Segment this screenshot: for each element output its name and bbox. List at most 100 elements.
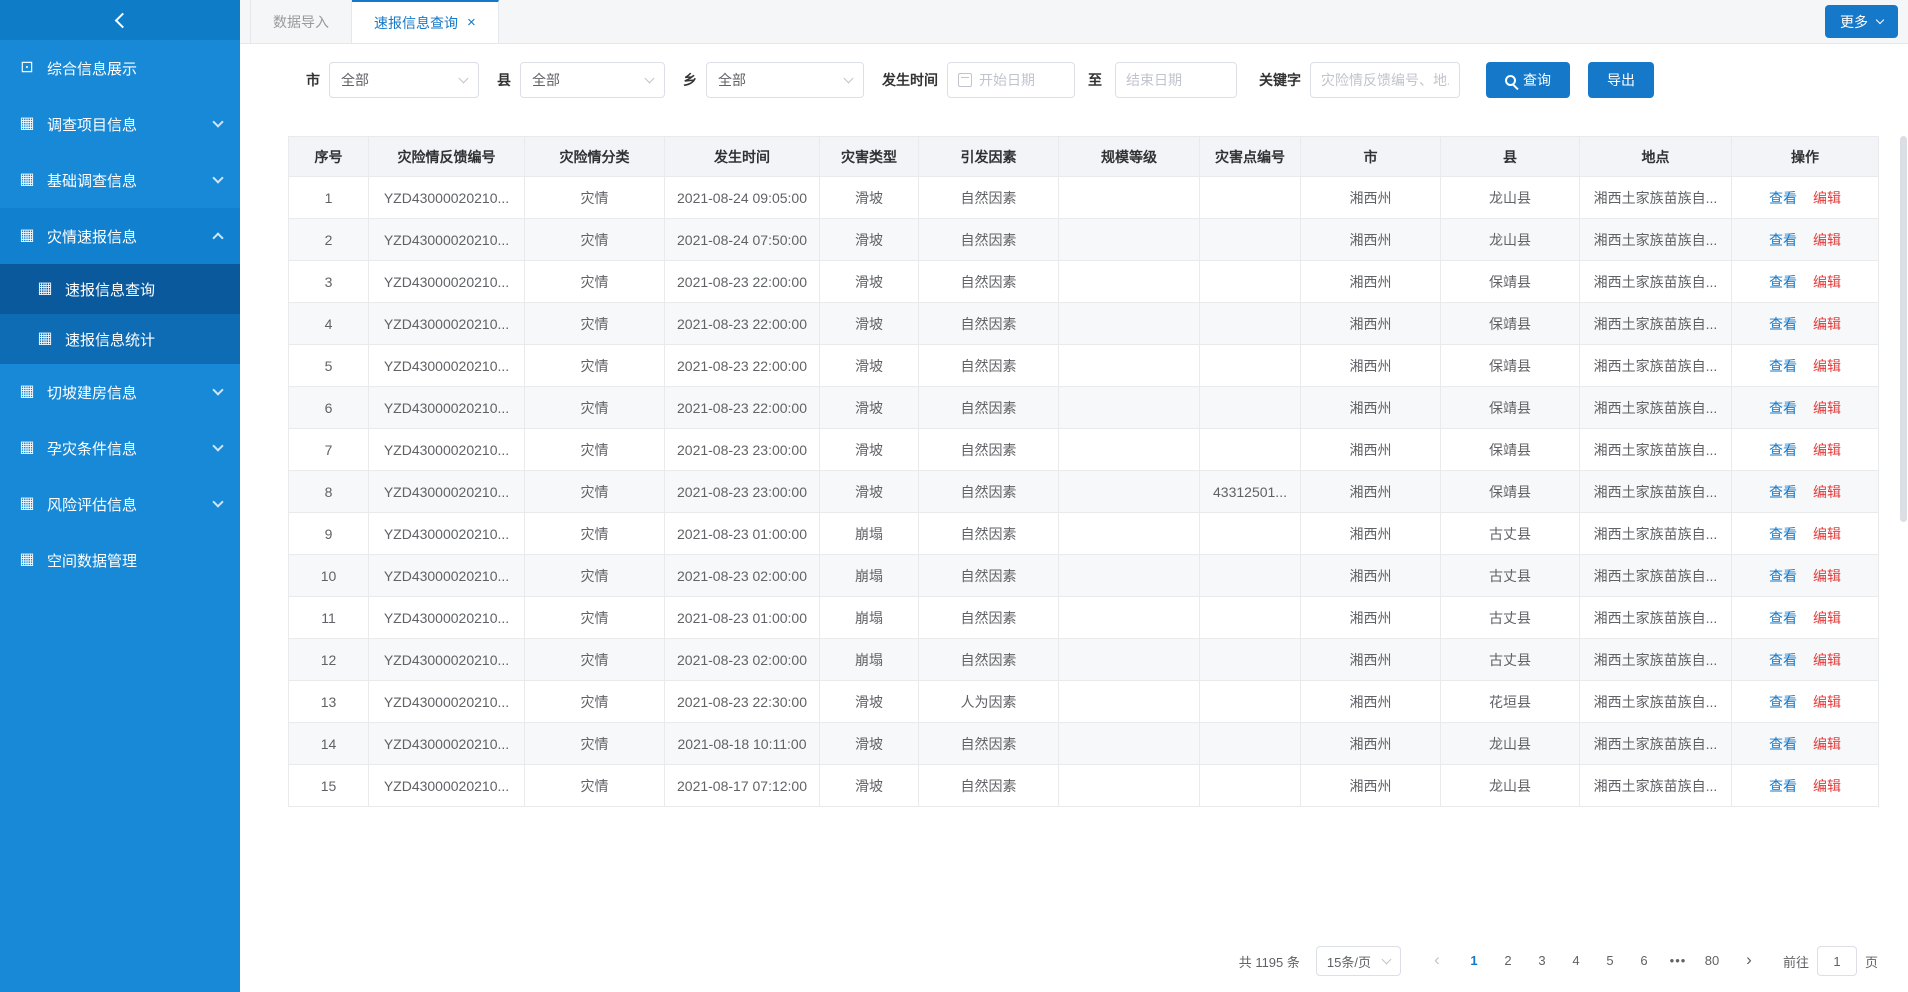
edit-link[interactable]: 编辑	[1813, 400, 1841, 416]
sidebar-collapse-button[interactable]	[0, 0, 240, 40]
cell-type: 滑坡	[820, 345, 919, 387]
sidebar-item-label: 调查项目信息	[47, 114, 203, 135]
cell-city: 湘西州	[1301, 345, 1441, 387]
cell-scale	[1059, 597, 1200, 639]
edit-link[interactable]: 编辑	[1813, 358, 1841, 374]
cell-type: 崩塌	[820, 555, 919, 597]
town-select[interactable]: 全部	[706, 62, 864, 98]
edit-link[interactable]: 编辑	[1813, 190, 1841, 206]
cell-no: 4	[289, 303, 369, 345]
scrollbar[interactable]	[1900, 46, 1907, 984]
cell-location: 湘西土家族苗族自...	[1580, 681, 1732, 723]
cell-factor: 人为因素	[919, 681, 1059, 723]
cell-code: YZD43000020210...	[369, 723, 525, 765]
page-button-2[interactable]: 2	[1494, 947, 1522, 975]
edit-link[interactable]: 编辑	[1813, 694, 1841, 710]
view-link[interactable]: 查看	[1769, 442, 1797, 458]
search-button[interactable]: 查询	[1486, 62, 1570, 98]
tab-1[interactable]: 速报信息查询×	[352, 0, 499, 43]
cell-scale	[1059, 681, 1200, 723]
tab-0[interactable]: 数据导入	[250, 0, 352, 43]
view-link[interactable]: 查看	[1769, 190, 1797, 206]
page-button-5[interactable]: 5	[1596, 947, 1624, 975]
start-date-field[interactable]	[979, 72, 1064, 88]
start-date-input[interactable]	[947, 62, 1075, 98]
close-icon[interactable]: ×	[467, 15, 476, 30]
sidebar-item-survey-project[interactable]: ▦调查项目信息	[0, 96, 240, 152]
edit-link[interactable]: 编辑	[1813, 232, 1841, 248]
view-link[interactable]: 查看	[1769, 358, 1797, 374]
cell-factor: 自然因素	[919, 387, 1059, 429]
cell-code: YZD43000020210...	[369, 261, 525, 303]
edit-link[interactable]: 编辑	[1813, 274, 1841, 290]
cell-scale	[1059, 555, 1200, 597]
cell-type: 崩塌	[820, 639, 919, 681]
goto-page-input[interactable]	[1817, 946, 1857, 976]
view-link[interactable]: 查看	[1769, 652, 1797, 668]
sidebar-item-basic-survey[interactable]: ▦基础调查信息	[0, 152, 240, 208]
keyword-input[interactable]	[1310, 62, 1460, 98]
monitor-icon: ⊡	[18, 60, 36, 76]
edit-link[interactable]: 编辑	[1813, 778, 1841, 794]
page-button-6[interactable]: 6	[1630, 947, 1658, 975]
sidebar-item-slope-housing[interactable]: ▦切坡建房信息	[0, 364, 240, 420]
sidebar-subitem-report-stats[interactable]: ▦速报信息统计	[0, 314, 240, 364]
sidebar-item-hazard-condition[interactable]: ▦孕灾条件信息	[0, 420, 240, 476]
column-header: 引发因素	[919, 137, 1059, 177]
cell-code: YZD43000020210...	[369, 513, 525, 555]
prev-page-button[interactable]: ‹	[1423, 947, 1451, 975]
page-button-4[interactable]: 4	[1562, 947, 1590, 975]
cell-location: 湘西土家族苗族自...	[1580, 387, 1732, 429]
export-button[interactable]: 导出	[1588, 62, 1654, 98]
page-button-1[interactable]: 1	[1460, 947, 1488, 975]
edit-link[interactable]: 编辑	[1813, 442, 1841, 458]
cell-time: 2021-08-18 10:11:00	[665, 723, 820, 765]
table-row: 14YZD43000020210...灾情2021-08-18 10:11:00…	[289, 723, 1879, 765]
view-link[interactable]: 查看	[1769, 778, 1797, 794]
table-row: 15YZD43000020210...灾情2021-08-17 07:12:00…	[289, 765, 1879, 807]
more-button[interactable]: 更多	[1825, 5, 1898, 38]
end-date-input[interactable]	[1115, 62, 1237, 98]
edit-link[interactable]: 编辑	[1813, 736, 1841, 752]
county-select[interactable]: 全部	[520, 62, 665, 98]
cell-point	[1200, 597, 1301, 639]
edit-link[interactable]: 编辑	[1813, 526, 1841, 542]
view-link[interactable]: 查看	[1769, 568, 1797, 584]
end-date-field[interactable]	[1126, 72, 1226, 88]
chevron-down-icon	[212, 496, 223, 507]
cell-point	[1200, 681, 1301, 723]
page-size-select[interactable]: 15条/页	[1316, 946, 1401, 976]
view-link[interactable]: 查看	[1769, 232, 1797, 248]
city-select[interactable]: 全部	[329, 62, 479, 98]
sidebar-item-disaster-report[interactable]: ▦灾情速报信息	[0, 208, 240, 264]
cell-category: 灾情	[525, 387, 665, 429]
next-page-button[interactable]: ›	[1735, 947, 1763, 975]
view-link[interactable]: 查看	[1769, 274, 1797, 290]
view-link[interactable]: 查看	[1769, 400, 1797, 416]
cell-county: 龙山县	[1441, 723, 1580, 765]
table-row: 12YZD43000020210...灾情2021-08-23 02:00:00…	[289, 639, 1879, 681]
cell-code: YZD43000020210...	[369, 303, 525, 345]
edit-link[interactable]: 编辑	[1813, 316, 1841, 332]
view-link[interactable]: 查看	[1769, 526, 1797, 542]
edit-link[interactable]: 编辑	[1813, 610, 1841, 626]
page-button-80[interactable]: 80	[1698, 947, 1726, 975]
page-button-3[interactable]: 3	[1528, 947, 1556, 975]
edit-link[interactable]: 编辑	[1813, 652, 1841, 668]
search-icon	[1505, 75, 1516, 86]
sidebar-item-risk-assessment[interactable]: ▦风险评估信息	[0, 476, 240, 532]
sidebar-item-spatial-data[interactable]: ▦空间数据管理	[0, 532, 240, 588]
edit-link[interactable]: 编辑	[1813, 568, 1841, 584]
scrollbar-thumb[interactable]	[1900, 136, 1907, 522]
cell-city: 湘西州	[1301, 261, 1441, 303]
view-link[interactable]: 查看	[1769, 316, 1797, 332]
grid-icon: ▦	[18, 496, 36, 512]
edit-link[interactable]: 编辑	[1813, 484, 1841, 500]
view-link[interactable]: 查看	[1769, 484, 1797, 500]
view-link[interactable]: 查看	[1769, 694, 1797, 710]
chevron-up-icon	[212, 232, 223, 243]
sidebar-subitem-report-query[interactable]: ▦速报信息查询	[0, 264, 240, 314]
view-link[interactable]: 查看	[1769, 736, 1797, 752]
view-link[interactable]: 查看	[1769, 610, 1797, 626]
sidebar-item-overview[interactable]: ⊡综合信息展示	[0, 40, 240, 96]
